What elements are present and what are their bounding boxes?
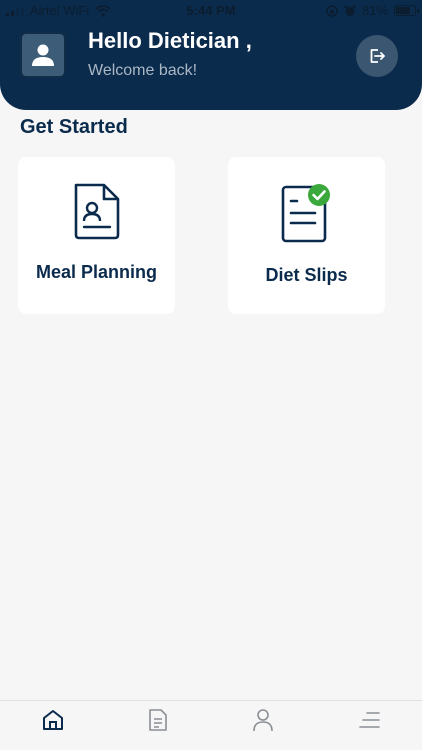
- status-right: 81%: [326, 3, 419, 18]
- section-title: Get Started: [20, 116, 128, 138]
- tab-bar: [0, 700, 422, 750]
- lock-rotation-icon: [326, 4, 338, 17]
- tab-documents[interactable]: [145, 707, 171, 733]
- tab-home[interactable]: [40, 707, 66, 733]
- battery-label: 81%: [361, 3, 388, 18]
- battery-fill: [396, 7, 410, 14]
- user-avatar-icon: [32, 44, 54, 66]
- user-icon: [253, 709, 273, 732]
- meal-planning-card[interactable]: Meal Planning: [18, 157, 175, 314]
- meal-planning-icon-wrap: [18, 181, 175, 241]
- diet-slips-icon-wrap: [228, 183, 385, 245]
- welcome-subtitle: Welcome back!: [88, 62, 198, 79]
- greeting-title: Hello Dietician ,: [88, 28, 252, 53]
- diet-slips-card[interactable]: Diet Slips: [228, 157, 385, 314]
- menu-icon: [359, 712, 380, 728]
- profile-document-icon: [74, 183, 119, 240]
- logout-icon: [370, 49, 385, 63]
- home-icon: [43, 710, 63, 730]
- document-icon: [149, 709, 167, 731]
- avatar[interactable]: [20, 32, 66, 78]
- alarm-icon: [344, 5, 356, 16]
- status-bar: Airtel WiFi 5:44 PM 81%: [0, 0, 422, 22]
- tab-menu[interactable]: [357, 707, 383, 733]
- tab-profile[interactable]: [250, 707, 276, 733]
- logout-button[interactable]: [356, 35, 398, 77]
- meal-planning-label: Meal Planning: [35, 262, 158, 282]
- diet-slips-label: Diet Slips: [265, 265, 348, 285]
- checked-clipboard-icon: [281, 184, 330, 243]
- battery-icon: [394, 5, 419, 16]
